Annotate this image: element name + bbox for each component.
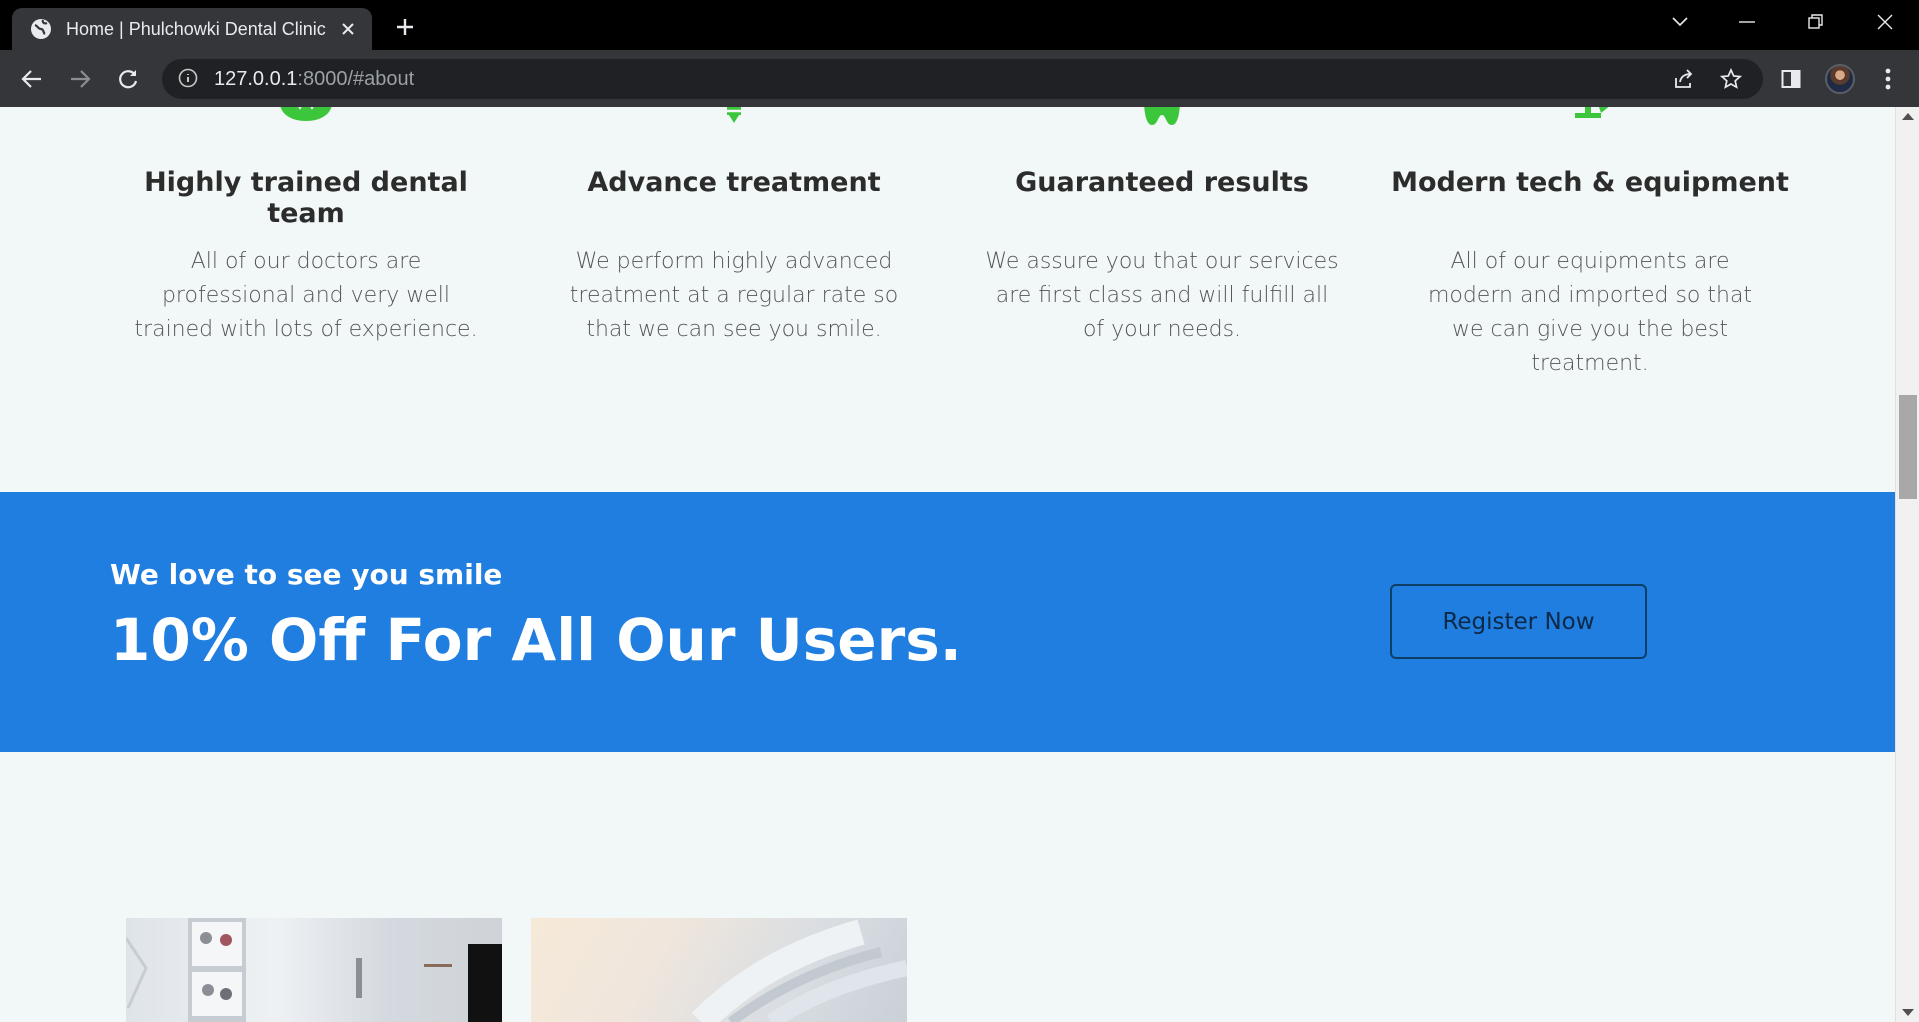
star-icon[interactable] [1714,59,1748,99]
promo-headline: 10% Off For All Our Users. [110,606,962,674]
page-viewport: Highly trained dental team All of our do… [0,107,1895,1022]
plus-icon[interactable] [390,12,420,42]
dental-chair-icon [1565,107,1615,132]
tab-title: Home | Phulchowki Dental Clinic [66,18,326,39]
browser-tab-bar: Home | Phulchowki Dental Clinic [0,0,1919,50]
dental-tools-photo [531,918,907,1022]
arrow-right-icon[interactable] [65,64,95,94]
reload-icon[interactable] [113,64,143,94]
restore-icon[interactable] [1796,8,1836,36]
scroll-down-icon[interactable] [1902,1009,1914,1016]
clinic-photo [126,918,502,1022]
feature-text: All of our equipments are modern and imp… [1427,249,1753,376]
close-icon[interactable] [336,17,360,41]
dental-implant-icon [719,107,749,132]
feature-title: Guaranteed results [1015,167,1309,198]
promo-subtitle: We love to see you smile [110,558,503,591]
url-text: 127.0.0.1:8000/#about [214,67,415,90]
feature-title: Modern tech & equipment [1391,167,1789,198]
scrollbar-thumb[interactable] [1899,395,1917,499]
feature-title: Advance treatment [587,167,881,198]
address-bar[interactable]: 127.0.0.1:8000/#about [162,59,1763,99]
browser-toolbar: 127.0.0.1:8000/#about [0,50,1919,107]
chevron-down-icon[interactable] [1660,8,1700,36]
dentist-team-icon [276,107,336,132]
globe-icon [30,18,52,40]
kebab-menu-icon[interactable] [1873,64,1903,94]
side-panel-icon[interactable] [1776,64,1806,94]
register-now-button[interactable]: Register Now [1390,584,1647,659]
share-icon[interactable] [1666,59,1700,99]
arrow-left-icon[interactable] [17,64,47,94]
feature-text: All of our doctors are professional and … [134,249,478,342]
info-icon[interactable] [178,68,200,90]
feature-text: We perform highly advanced treatment at … [569,249,899,342]
feature-title: Highly trained dental team [144,167,468,229]
minimize-icon[interactable] [1727,8,1767,36]
promo-banner: We love to see you smile 10% Off For All… [0,492,1895,752]
window-close-icon[interactable] [1865,8,1905,36]
page-scrollbar[interactable] [1895,107,1919,1022]
feature-text: We assure you that our services are firs… [985,249,1339,342]
browser-tab[interactable]: Home | Phulchowki Dental Clinic [12,8,372,50]
scroll-up-icon[interactable] [1902,113,1914,120]
avatar[interactable] [1825,64,1855,94]
tooth-icon [1140,107,1184,132]
